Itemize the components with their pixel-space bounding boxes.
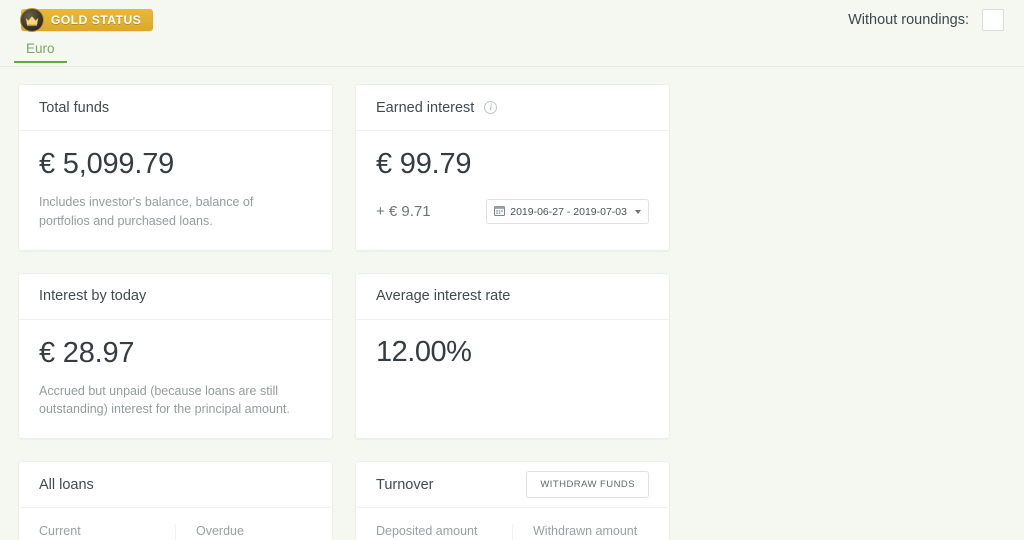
date-range-picker[interactable]: 2019-06-27 - 2019-07-03 <box>486 199 649 225</box>
gold-status-label: GOLD STATUS <box>51 13 142 27</box>
total-funds-amount: € 5,099.79 <box>39 148 175 180</box>
total-funds-description: Includes investor's balance, balance of … <box>39 195 254 228</box>
card-header: All loans <box>19 462 332 509</box>
stat-withdrawn-amount: Withdrawn amount € 0.00 <box>512 524 669 540</box>
all-loans-stats: Current € 2,870.56 Overdue € 2,037.62 <box>19 508 332 540</box>
card-header: Total funds <box>19 85 332 131</box>
card-interest-by-today: Interest by today € 28.97 Accrued but un… <box>18 272 333 440</box>
dashboard-grid: Total funds € 5,099.79 Includes investor… <box>0 67 1024 540</box>
stat-deposited-amount: Deposited amount € 5,000.00 <box>356 524 512 540</box>
card-title-earned-interest: Earned interest i <box>376 99 498 116</box>
without-roundings-checkbox[interactable] <box>982 9 1004 31</box>
topbar: GOLD STATUS Without roundings: <box>0 0 1024 40</box>
stat-current: Current € 2,870.56 <box>19 524 175 540</box>
card-body: € 5,099.79 Includes investor's balance, … <box>19 131 332 250</box>
card-total-funds: Total funds € 5,099.79 Includes investor… <box>18 84 333 251</box>
info-icon[interactable]: i <box>484 101 498 114</box>
tab-euro[interactable]: Euro <box>14 40 67 63</box>
currency-tabbar: Euro <box>0 40 1024 67</box>
card-all-loans: All loans Current € 2,870.56 Overdue € 2… <box>18 461 333 540</box>
card-earned-interest: Earned interest i € 99.79 + € 9.71 2019-… <box>355 84 670 251</box>
card-body: € 99.79 + € 9.71 2019-06-27 - 2019-07-03 <box>356 131 669 244</box>
average-interest-rate-amount: 12.00% <box>376 335 472 368</box>
interest-by-today-description: Accrued but unpaid (because loans are st… <box>39 384 290 417</box>
earned-interest-amount: € 99.79 <box>376 148 472 180</box>
card-header: Turnover WITHDRAW FUNDS <box>356 462 669 509</box>
card-header: Earned interest i <box>356 85 669 131</box>
without-roundings-label: Without roundings: <box>848 12 969 28</box>
card-title-interest-by-today: Interest by today <box>39 288 147 305</box>
chevron-down-icon <box>635 209 641 214</box>
card-title-total-funds: Total funds <box>39 99 110 116</box>
stat-label: Withdrawn amount <box>533 524 638 539</box>
card-turnover: Turnover WITHDRAW FUNDS Deposited amount… <box>355 461 670 540</box>
card-average-interest-rate: Average interest rate 12.00% <box>355 272 670 440</box>
stat-label: Deposited amount <box>376 524 478 539</box>
card-title-earned-interest-label: Earned interest <box>376 99 475 116</box>
stat-overdue: Overdue € 2,037.62 <box>175 524 332 540</box>
earned-interest-delta: + € 9.71 <box>376 203 431 221</box>
crown-icon <box>20 8 44 32</box>
tab-euro-label: Euro <box>26 41 55 56</box>
earned-interest-footer: + € 9.71 2019-06-27 - 2019-07-03 <box>376 199 649 225</box>
date-range-value: 2019-06-27 - 2019-07-03 <box>510 205 627 218</box>
withdraw-funds-button[interactable]: WITHDRAW FUNDS <box>526 471 649 499</box>
card-title-all-loans: All loans <box>39 476 94 493</box>
card-title-average-interest-rate: Average interest rate <box>376 288 511 305</box>
card-header: Interest by today <box>19 274 332 320</box>
stat-label: Overdue <box>196 524 244 539</box>
stat-label: Current <box>39 524 81 539</box>
card-body: 12.00% <box>356 320 669 393</box>
without-roundings-control[interactable]: Without roundings: <box>848 9 1004 31</box>
card-body: € 28.97 Accrued but unpaid (because loan… <box>19 320 332 439</box>
gold-status-badge: GOLD STATUS <box>20 8 154 32</box>
card-title-turnover: Turnover <box>376 476 434 493</box>
interest-by-today-amount: € 28.97 <box>39 336 135 369</box>
calendar-icon <box>494 205 506 219</box>
card-header: Average interest rate <box>356 274 669 320</box>
turnover-stats: Deposited amount € 5,000.00 Withdrawn am… <box>356 508 669 540</box>
